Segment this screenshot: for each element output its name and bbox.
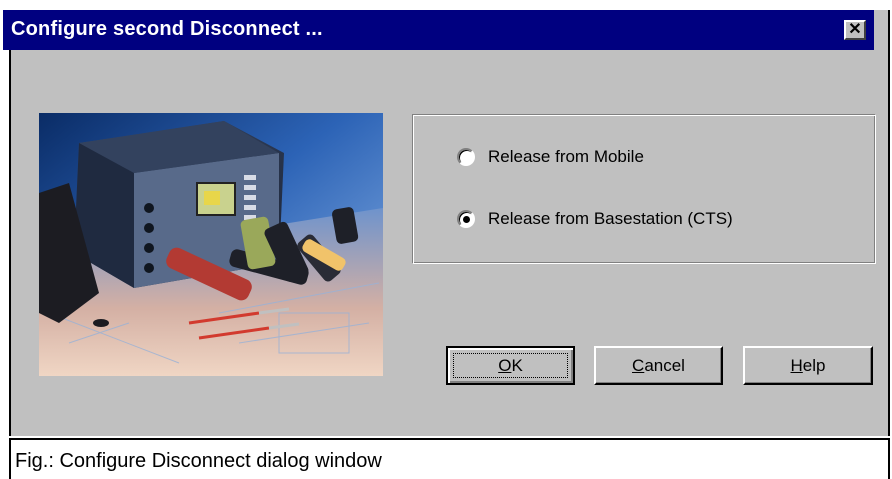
radio-label-basestation: Release from Basestation (CTS) xyxy=(488,209,733,228)
help-label-rest: elp xyxy=(802,355,826,375)
help-button[interactable]: Help xyxy=(743,346,873,385)
help-button-label: Help xyxy=(791,356,826,376)
radio-dot-icon xyxy=(463,216,470,223)
radio-label-mobile: Release from Mobile xyxy=(488,147,644,166)
figure-caption-box: Fig.: Configure Disconnect dialog window xyxy=(9,438,890,479)
dialog-title: Configure second Disconnect ... xyxy=(11,18,323,40)
equipment-photo xyxy=(39,113,383,376)
photo-test-equipment-and-phones-icon xyxy=(39,113,383,376)
close-button[interactable]: ✕ xyxy=(844,20,866,40)
radio-release-from-mobile[interactable]: Release from Mobile xyxy=(457,145,644,169)
radio-button-checked[interactable] xyxy=(457,210,475,228)
cancel-button[interactable]: Cancel xyxy=(594,346,723,385)
cancel-button-label: Cancel xyxy=(632,356,685,376)
close-icon: ✕ xyxy=(848,21,862,38)
focus-rectangle xyxy=(453,353,568,378)
ok-button[interactable]: OK xyxy=(446,346,575,385)
cancel-mnemonic: C xyxy=(632,355,645,375)
title-bar: Configure second Disconnect ... ✕ xyxy=(3,10,874,50)
release-options-group: Release from Mobile Release from Basesta… xyxy=(412,114,876,264)
cancel-label-rest: ancel xyxy=(644,355,685,375)
help-mnemonic: H xyxy=(790,355,803,375)
radio-button-unchecked[interactable] xyxy=(457,148,475,166)
figure-caption: Fig.: Configure Disconnect dialog window xyxy=(15,450,382,472)
radio-release-from-basestation[interactable]: Release from Basestation (CTS) xyxy=(457,207,733,231)
